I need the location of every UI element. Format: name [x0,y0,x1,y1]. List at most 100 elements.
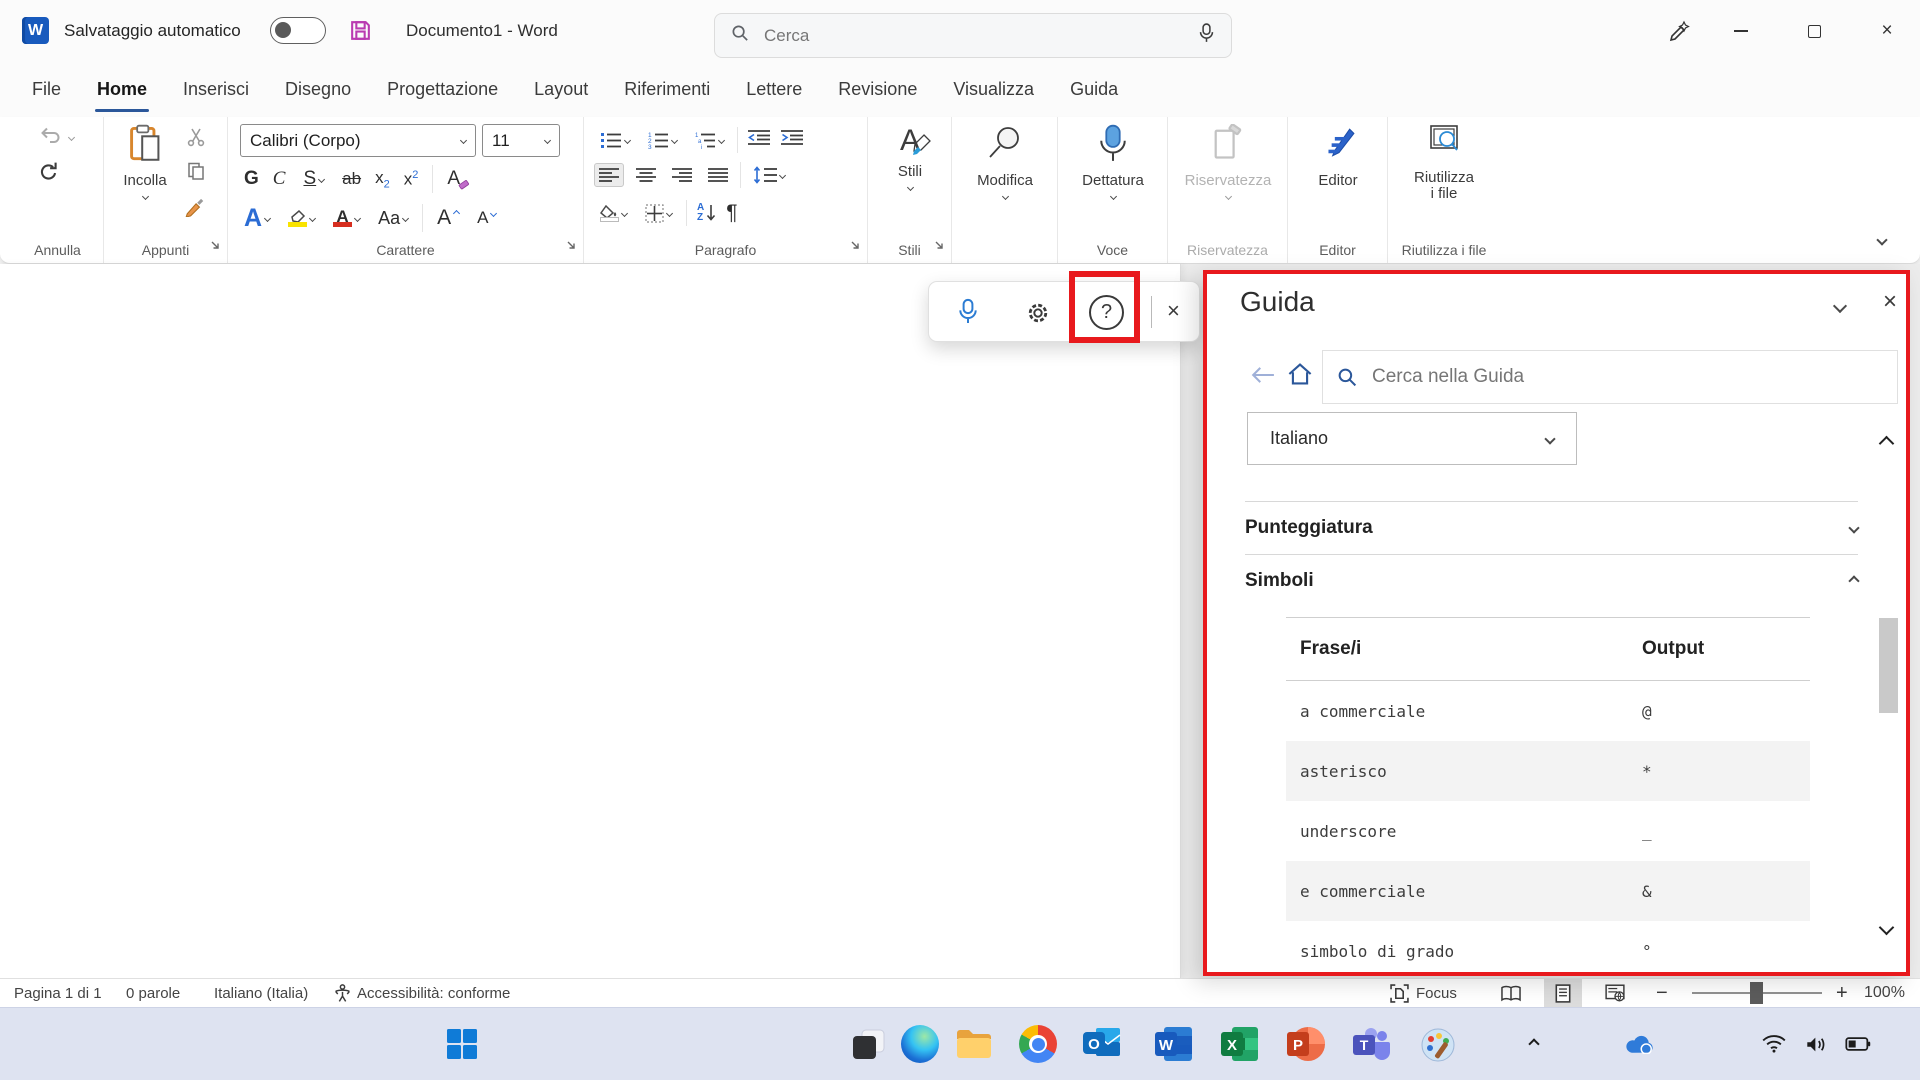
focus-mode-button[interactable]: Focus [1390,979,1457,1007]
tab-guida[interactable]: Guida [1052,61,1136,117]
excel-icon[interactable]: X [1218,1022,1262,1066]
paint-icon[interactable] [1416,1022,1460,1066]
web-layout-button[interactable] [1596,979,1634,1007]
font-color-button[interactable]: A [329,206,364,230]
back-arrow-icon[interactable] [1251,366,1275,389]
title-search-box[interactable]: Cerca [714,13,1232,58]
tab-home[interactable]: Home [79,61,165,117]
section-simboli[interactable]: Simboli [1245,555,1858,607]
help-panel-collapse-chevron-icon[interactable] [1835,298,1845,316]
dictation-mic-button[interactable] [957,298,979,331]
zoom-track[interactable] [1692,992,1822,994]
chrome-icon[interactable] [1016,1022,1060,1066]
volume-icon[interactable] [1794,1022,1838,1066]
section-punteggiatura[interactable]: Punteggiatura [1245,502,1858,554]
zoom-thumb[interactable] [1750,982,1763,1004]
editor-button[interactable]: Editor [1290,124,1386,189]
align-right-button[interactable] [668,164,696,186]
line-spacing-button[interactable] [749,163,789,187]
multilevel-list-button[interactable]: 1ai [690,129,728,152]
subscript-button[interactable]: x2 [375,168,390,190]
borders-button[interactable] [641,201,676,226]
reuse-files-button[interactable]: Riutilizzai file [1396,124,1492,202]
decrease-indent-button[interactable] [747,129,771,151]
tab-disegno[interactable]: Disegno [267,61,369,117]
word-taskbar-icon[interactable]: W [1152,1022,1196,1066]
undo-icon[interactable] [38,125,62,150]
tab-layout[interactable]: Layout [516,61,606,117]
print-layout-button[interactable] [1544,979,1582,1007]
cut-button[interactable] [186,127,206,147]
close-button[interactable]: × [1870,14,1904,48]
bold-button[interactable]: G [244,168,259,190]
italic-button[interactable]: C [273,168,286,190]
superscript-button[interactable]: x2 [404,169,419,190]
tab-inserisci[interactable]: Inserisci [165,61,267,117]
scroll-up-chevron-icon[interactable] [1881,436,1892,454]
battery-icon[interactable] [1836,1022,1880,1066]
grow-font-button[interactable]: A [433,203,463,233]
dialog-launcher-icon[interactable] [210,238,221,256]
increase-indent-button[interactable] [780,129,804,151]
zoom-slider[interactable] [1692,979,1822,1007]
numbered-list-button[interactable]: 123 [643,129,681,152]
dictation-settings-button[interactable] [1025,300,1051,331]
change-case-button[interactable]: Aa [374,205,412,232]
home-icon[interactable] [1287,362,1313,391]
edge-icon[interactable] [898,1022,942,1066]
pilcrow-button[interactable]: ¶ [726,201,737,225]
strikethrough-button[interactable]: ab [342,169,361,189]
help-panel-close-button[interactable]: × [1883,288,1897,316]
language-indicator[interactable]: Italiano (Italia) [214,979,308,1007]
tab-lettere[interactable]: Lettere [728,61,820,117]
styles-button[interactable]: A Stili [862,124,958,190]
redo-icon[interactable] [38,161,60,188]
minimize-button[interactable] [1724,14,1758,48]
teams-icon[interactable]: T [1350,1022,1394,1066]
outlook-icon[interactable]: O [1080,1022,1124,1066]
shrink-font-button[interactable]: A [473,205,500,231]
document-page[interactable] [0,264,1181,978]
file-explorer-icon[interactable] [952,1022,996,1066]
zoom-out-button[interactable]: − [1656,979,1668,1007]
dialog-launcher-icon[interactable] [566,238,577,256]
align-left-button[interactable] [594,163,624,187]
paste-button[interactable]: Incolla [112,124,178,199]
tab-file[interactable]: File [14,61,79,117]
dictation-close-button[interactable]: × [1167,298,1180,324]
copy-button[interactable] [186,161,206,181]
save-icon[interactable] [348,18,373,48]
word-count[interactable]: 0 parole [126,979,180,1007]
sort-button[interactable]: AZ [697,203,716,223]
dictate-button[interactable]: Dettatura [1065,124,1161,199]
privacy-button[interactable]: Riservatezza [1180,124,1276,199]
format-painter-button[interactable] [184,195,206,217]
underline-button[interactable]: S [299,165,328,193]
help-search-box[interactable]: Cerca nella Guida [1322,350,1898,404]
bullet-list-button[interactable] [596,129,634,152]
page-indicator[interactable]: Pagina 1 di 1 [14,979,102,1007]
font-size-select[interactable]: 11 [482,124,560,157]
shading-button[interactable] [596,202,631,225]
clear-formatting-button[interactable]: A [447,168,460,190]
accessibility-status[interactable]: Accessibilità: conforme [334,979,510,1007]
start-button[interactable] [440,1022,484,1066]
zoom-percentage[interactable]: 100% [1864,979,1905,1007]
maximize-button[interactable] [1797,14,1831,48]
zoom-in-button[interactable]: + [1836,979,1848,1007]
tab-visualizza[interactable]: Visualizza [935,61,1052,117]
language-dropdown[interactable]: Italiano [1247,412,1577,465]
tab-riferimenti[interactable]: Riferimenti [606,61,728,117]
text-effects-button[interactable]: A [240,203,274,233]
align-center-button[interactable] [632,164,660,186]
task-view-button[interactable] [846,1022,890,1066]
scroll-down-chevron-icon[interactable] [1881,920,1892,938]
editing-button[interactable]: Modifica [957,124,1053,199]
voice-search-mic-icon[interactable] [1198,22,1215,49]
tab-revisione[interactable]: Revisione [820,61,935,117]
autosave-toggle[interactable] [270,17,326,44]
highlight-color-button[interactable] [284,207,319,230]
collapse-ribbon-chevron-icon[interactable] [1878,231,1886,249]
powerpoint-icon[interactable]: P [1284,1022,1328,1066]
dialog-launcher-icon[interactable] [934,238,945,256]
